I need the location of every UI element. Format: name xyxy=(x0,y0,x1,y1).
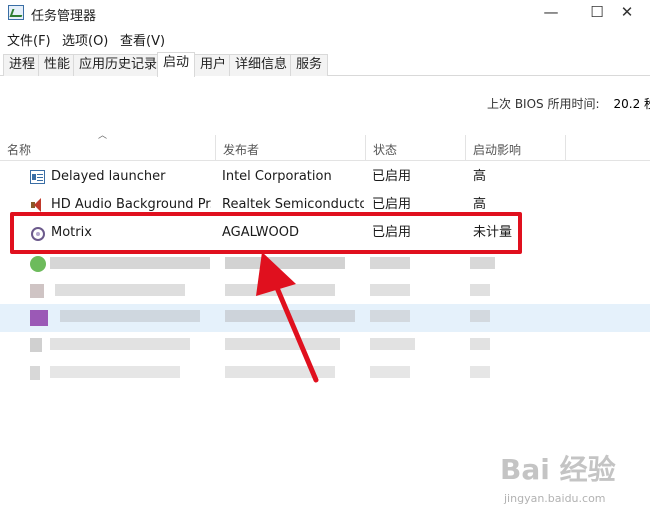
blurred-text xyxy=(225,366,335,378)
tab-performance[interactable]: 性能 xyxy=(38,54,77,76)
row-status: 已启用 xyxy=(372,169,412,184)
column-header-row: 名称 发布者 状态 启动影响 xyxy=(0,135,650,161)
blurred-text xyxy=(470,310,490,322)
task-manager-icon xyxy=(8,5,24,20)
blurred-text xyxy=(225,257,345,269)
tab-strip: 进程 性能 应用历史记录 启动 用户 详细信息 服务 xyxy=(0,52,650,77)
blurred-text xyxy=(225,284,335,296)
close-button[interactable]: ✕ xyxy=(604,0,650,26)
tab-services[interactable]: 服务 xyxy=(290,54,329,76)
tab-users[interactable]: 用户 xyxy=(194,54,233,76)
menu-bar: 文件(F) 选项(O) 查看(V) xyxy=(0,27,650,49)
table-row[interactable]: Delayed launcher Intel Corporation 已启用 高 xyxy=(0,163,650,191)
column-header-impact[interactable]: 启动影响 xyxy=(466,135,566,161)
blurred-text xyxy=(50,257,210,269)
blurred-text xyxy=(50,338,190,350)
watermark-url: jingyan.baidu.com xyxy=(504,492,606,505)
blurred-text xyxy=(370,310,410,322)
blurred-text xyxy=(470,257,495,269)
bios-time: 上次 BIOS 所用时间: 20.2 秒 xyxy=(487,95,650,112)
blurred-text xyxy=(370,257,410,269)
bios-time-value: 20.2 秒 xyxy=(613,97,650,111)
menu-file[interactable]: 文件(F) xyxy=(7,30,51,49)
speaker-icon xyxy=(30,198,45,212)
bios-time-label: 上次 BIOS 所用时间: xyxy=(487,97,600,111)
blurred-text xyxy=(470,284,490,296)
launcher-icon xyxy=(30,170,45,184)
blurred-text xyxy=(225,310,355,322)
blurred-text xyxy=(50,366,180,378)
row-name: Delayed launcher xyxy=(51,169,166,184)
tab-startup[interactable]: 启动 xyxy=(157,52,196,77)
tab-app-history[interactable]: 应用历史记录 xyxy=(73,54,164,76)
blurred-icon xyxy=(30,366,40,380)
blurred-icon xyxy=(30,310,48,326)
title-bar: 任务管理器 — ☐ ✕ xyxy=(0,0,650,26)
blurred-icon xyxy=(30,338,42,352)
highlight-box xyxy=(10,212,522,254)
blurred-icon xyxy=(30,284,44,298)
row-publisher: Intel Corporation xyxy=(222,169,332,184)
blurred-text xyxy=(60,310,200,322)
blurred-text xyxy=(225,338,340,350)
baidu-watermark: Bai 经验 jingyan.baidu.com xyxy=(500,448,640,512)
watermark-text: Bai 经验 xyxy=(500,453,616,486)
blurred-text xyxy=(470,366,490,378)
blurred-text xyxy=(370,284,410,296)
blurred-icon xyxy=(30,256,46,272)
blurred-text xyxy=(370,366,410,378)
blurred-rows xyxy=(0,254,650,389)
blurred-text xyxy=(370,338,415,350)
blurred-text xyxy=(470,338,490,350)
menu-view[interactable]: 查看(V) xyxy=(120,30,165,49)
menu-options[interactable]: 选项(O) xyxy=(62,30,108,49)
column-header-name[interactable]: 名称 xyxy=(0,135,216,161)
blurred-text xyxy=(55,284,185,296)
tab-details[interactable]: 详细信息 xyxy=(229,54,294,76)
minimize-button[interactable]: — xyxy=(528,0,574,26)
row-impact: 高 xyxy=(473,169,487,184)
column-header-status[interactable]: 状态 xyxy=(366,135,466,161)
tab-processes[interactable]: 进程 xyxy=(3,54,42,76)
window-title: 任务管理器 xyxy=(31,9,97,24)
column-header-publisher[interactable]: 发布者 xyxy=(216,135,366,161)
